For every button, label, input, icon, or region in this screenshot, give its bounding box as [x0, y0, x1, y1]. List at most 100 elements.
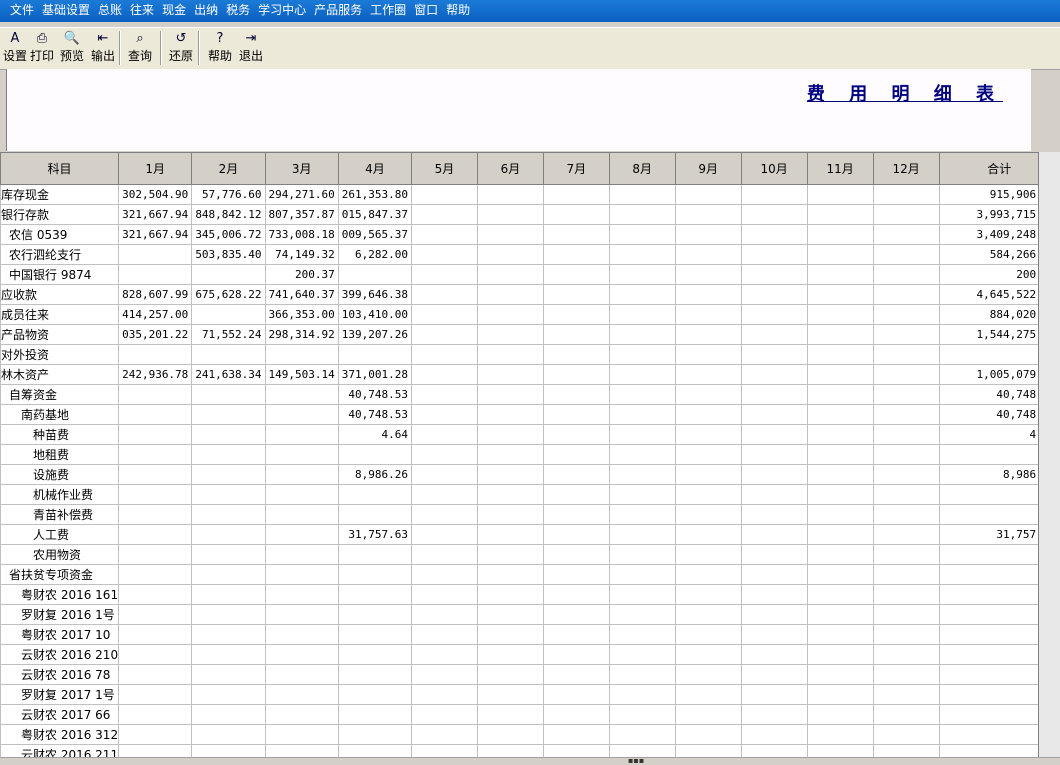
month-value-cell	[264, 384, 339, 405]
scrollbar-grip-icon[interactable]: ▪▪▪	[628, 757, 644, 765]
table-row[interactable]: 种苗费4.644.64	[0, 424, 1060, 445]
table-row[interactable]: 云财农 2017 66	[0, 704, 1060, 725]
month-value-cell: 345,006.72	[191, 224, 266, 245]
help-button[interactable]: ? 帮助	[205, 30, 235, 68]
month-value-cell	[411, 264, 478, 285]
table-row[interactable]: 成员往来 414,257.00 366,353.00 103,410.00 884,02…	[0, 304, 1060, 325]
month-value-cell	[674, 704, 742, 725]
table-row[interactable]: 设施费 8,986.26 8,986.26	[0, 464, 1060, 485]
table-row[interactable]: 省扶贫专项资金	[0, 564, 1060, 585]
month-value-cell	[411, 424, 478, 445]
month-value-cell	[608, 404, 676, 425]
column-header[interactable]: 11月	[806, 152, 874, 185]
restore-button[interactable]: ↺ 还原	[166, 30, 196, 68]
table-row[interactable]: 银行存款 321,667.94 848,842.12 807,357.87 015,84…	[0, 204, 1060, 225]
report-grid: 科目 1月 2月 3月 4月 5月 6月 7月 8月 9月 10月 11月 12月 合计 库存现金 302,…	[0, 152, 1060, 757]
column-header[interactable]: 4月	[337, 152, 413, 185]
table-row[interactable]: 农行泗纶支行 503,835.40 74,149.32 6,282.00 584,266…	[0, 244, 1060, 265]
table-row[interactable]: 机械作业费	[0, 484, 1060, 505]
month-value-cell	[542, 324, 610, 345]
month-value-cell: 675,628.22	[191, 284, 266, 305]
menu-item-11[interactable]: 帮助	[442, 0, 474, 22]
month-value-cell	[872, 324, 940, 345]
menu-item-6[interactable]: 税务	[222, 0, 254, 22]
menu-item-0[interactable]: 文件	[0, 0, 38, 22]
column-header[interactable]: 9月	[674, 152, 742, 185]
column-header[interactable]: 5月	[411, 152, 478, 185]
month-value-cell	[411, 624, 478, 645]
report-header-area: 费 用 明 细 表	[6, 69, 1031, 151]
toolbar-label: 查询	[127, 49, 152, 63]
menu-item-9[interactable]: 工作圈	[366, 0, 410, 22]
toolbar-label: 打印	[29, 49, 54, 63]
month-value-cell: 399,646.38	[337, 284, 413, 305]
menu-item-3[interactable]: 往来	[126, 0, 158, 22]
month-value-cell	[674, 364, 742, 385]
month-value-cell	[542, 504, 610, 525]
menu-item-5[interactable]: 出纳	[190, 0, 222, 22]
menu-item-8[interactable]: 产品服务	[310, 0, 366, 22]
table-row[interactable]: 南药基地 40,748.53 40,748.53	[0, 404, 1060, 425]
settings-button[interactable]: A 设置	[0, 30, 30, 68]
table-row[interactable]: 自筹资金 40,748.53 40,748.53	[0, 384, 1060, 405]
column-header[interactable]: 1月	[118, 152, 193, 185]
account-name-cell: 罗财复 2016 1号	[0, 604, 120, 625]
month-value-cell	[191, 564, 266, 585]
export-button[interactable]: ⇤ 输出	[88, 30, 118, 68]
table-row[interactable]: 林木资产 242,936.78 241,638.34 149,503.14 371,00…	[0, 364, 1060, 385]
month-value-cell	[740, 704, 808, 725]
column-header[interactable]: 3月	[264, 152, 339, 185]
column-header[interactable]: 10月	[740, 152, 808, 185]
print-button[interactable]: ⎙ 打印	[27, 30, 57, 68]
month-value-cell	[674, 664, 742, 685]
table-row[interactable]: 中国银行 9874 200.37 200.37	[0, 264, 1060, 285]
table-row[interactable]: 应收款 828,607.99 675,628.22 741,640.37 399,646…	[0, 284, 1060, 305]
query-button[interactable]: ⌕ 查询	[125, 30, 155, 68]
month-value-cell	[806, 204, 874, 225]
table-row[interactable]: 地租费	[0, 444, 1060, 465]
table-row[interactable]: 青苗补偿费	[0, 504, 1060, 525]
table-row[interactable]: 粤财农 2016 161	[0, 584, 1060, 605]
table-row[interactable]: 云财农 2016 211	[0, 744, 1060, 757]
table-row[interactable]: 粤财农 2016 312	[0, 724, 1060, 745]
menu-item-4[interactable]: 现金	[158, 0, 190, 22]
menu-item-7[interactable]: 学习中心	[254, 0, 310, 22]
month-value-cell	[337, 344, 413, 365]
month-value-cell	[476, 384, 544, 405]
month-value-cell	[337, 684, 413, 705]
table-row[interactable]: 农用物资	[0, 544, 1060, 565]
account-name-cell: 粤财农 2016 312	[0, 724, 120, 745]
month-value-cell	[806, 564, 874, 585]
table-row[interactable]: 云财农 2016 78	[0, 664, 1060, 685]
table-row[interactable]: 库存现金 302,504.90 57,776.60 294,271.60 261,353…	[0, 184, 1060, 205]
month-value-cell: 6,282.00	[337, 244, 413, 265]
column-header[interactable]: 12月	[872, 152, 940, 185]
table-row[interactable]: 云财农 2016 210	[0, 644, 1060, 665]
table-row[interactable]: 罗财复 2016 1号	[0, 604, 1060, 625]
menu-item-10[interactable]: 窗口	[410, 0, 442, 22]
month-value-cell	[608, 304, 676, 325]
table-row[interactable]: 罗财复 2017 1号	[0, 684, 1060, 705]
table-row[interactable]: 人工费 31,757.63 31,757.63	[0, 524, 1060, 545]
table-row[interactable]: 粤财农 2017 10	[0, 624, 1060, 645]
column-header[interactable]: 8月	[608, 152, 676, 185]
month-value-cell: 298,314.92	[264, 324, 339, 345]
table-row[interactable]: 对外投资	[0, 344, 1060, 365]
menu-item-2[interactable]: 总账	[94, 0, 126, 22]
month-value-cell	[264, 524, 339, 545]
column-header[interactable]: 6月	[476, 152, 544, 185]
table-row[interactable]: 产品物资 035,201.22 71,552.24 298,314.92 139,207…	[0, 324, 1060, 345]
month-value-cell	[542, 284, 610, 305]
preview-button[interactable]: 🔍 预览	[57, 30, 87, 68]
month-value-cell	[806, 704, 874, 725]
month-value-cell	[542, 544, 610, 565]
table-row[interactable]: 农信 0539 321,667.94 345,006.72 733,008.18 009…	[0, 224, 1060, 245]
exit-button[interactable]: ⇥ 退出	[236, 30, 266, 68]
month-value-cell	[740, 284, 808, 305]
column-header[interactable]: 7月	[542, 152, 610, 185]
column-header[interactable]: 2月	[191, 152, 266, 185]
column-header[interactable]: 科目	[0, 152, 120, 185]
menu-item-1[interactable]: 基础设置	[38, 0, 94, 22]
month-value-cell: 035,201.22	[118, 324, 193, 345]
month-value-cell	[872, 304, 940, 325]
